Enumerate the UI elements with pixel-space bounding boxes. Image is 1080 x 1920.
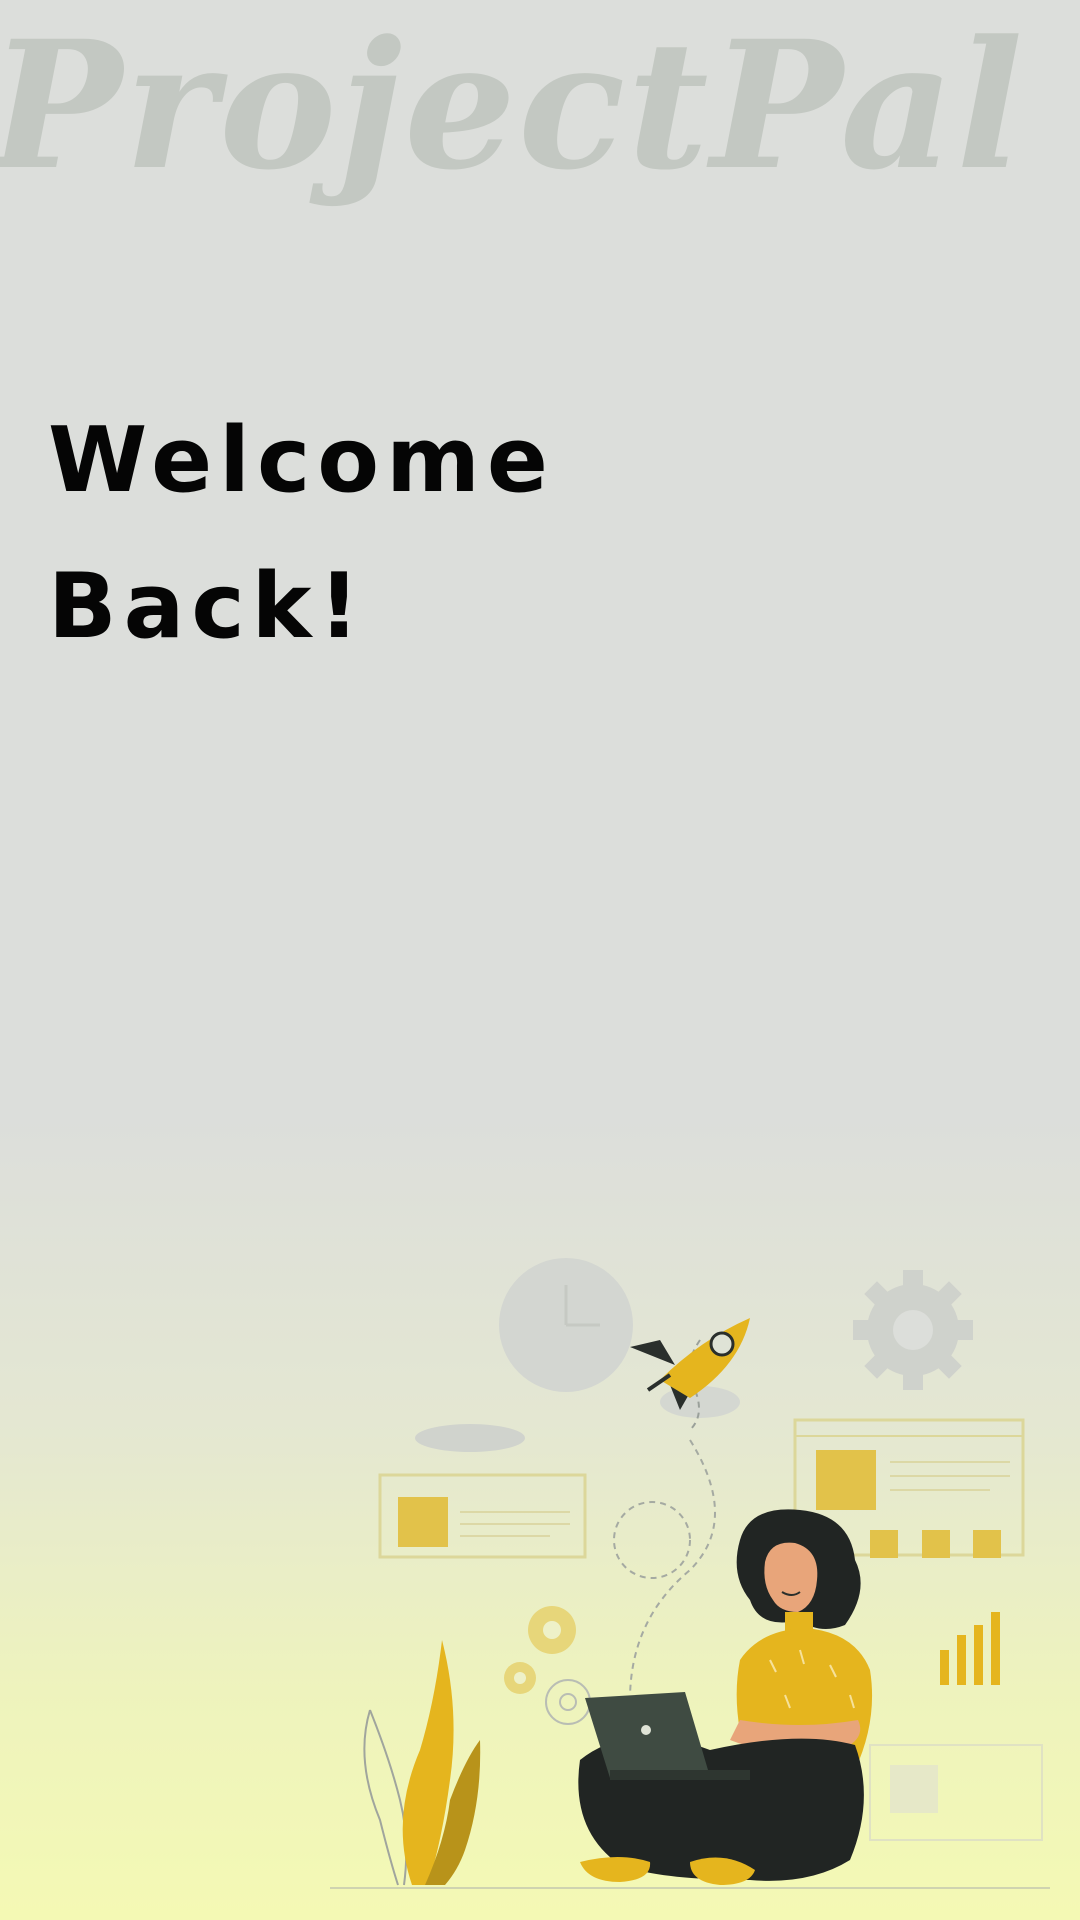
small-gears — [504, 1606, 591, 1725]
welcome-line-2: Back! — [48, 554, 367, 659]
woman-with-laptop-illustration — [330, 1258, 1050, 1889]
welcome-line-1: Welcome — [48, 408, 555, 513]
dashed-trail — [613, 1439, 716, 1701]
woman-figure — [578, 1509, 873, 1885]
gear-icon — [853, 1270, 973, 1390]
app-logo-watermark: ProjectPal — [0, 2, 1026, 209]
window-panel-left — [378, 1473, 587, 1559]
welcome-screen: ProjectPal Welcome Back! — [0, 0, 1080, 1920]
welcome-heading: Welcome Back! — [48, 388, 555, 680]
bar-chart-icon — [940, 1612, 1000, 1685]
clock-icon — [499, 1258, 633, 1392]
